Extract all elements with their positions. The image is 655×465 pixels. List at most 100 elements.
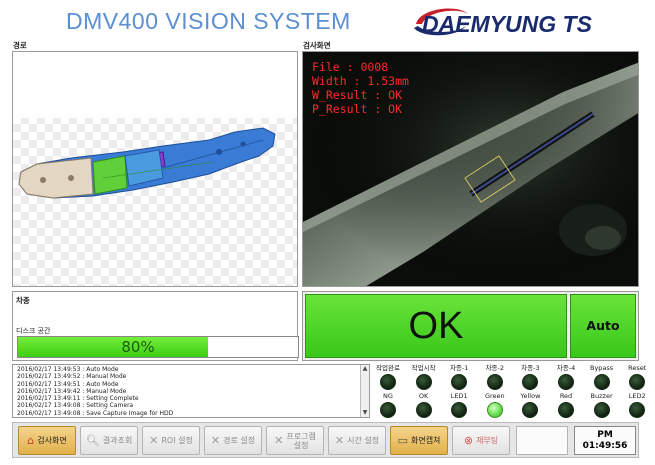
indicator-label: LED1 — [450, 392, 468, 400]
indicator-label: Bypass — [589, 364, 614, 372]
app-title: DMV400 VISION SYSTEM — [66, 8, 351, 34]
indicator: LED1 — [442, 392, 476, 418]
result-ok: OK — [305, 294, 567, 358]
indicator-label: OK — [418, 392, 429, 400]
indicator-label: Yellow — [520, 392, 541, 400]
overlay-w-result: W_Result : OK — [312, 88, 403, 102]
indicator-lamp-icon — [522, 402, 539, 418]
indicator: Reset — [620, 364, 654, 390]
log-line: 2016/02/17 13:49:42 : Manual Mode — [17, 387, 127, 395]
log-line: 2016/02/17 13:49:53 : Auto Mode — [17, 366, 119, 373]
inspection-label: 검사화면 — [303, 41, 331, 50]
log-line: 2016/02/17 13:49:08 : Save Capture Image… — [17, 409, 174, 417]
disk-progress-bar: 80% — [17, 336, 299, 358]
indicator: 작업완료 — [371, 364, 405, 390]
indicator-label: 작업시작 — [411, 364, 436, 372]
clock-ampm: PM — [597, 430, 613, 440]
result-panel: OK Auto — [302, 291, 639, 361]
indicator-label: Red — [559, 392, 573, 400]
indicator: Bypass — [585, 364, 619, 390]
indicator: 작업시작 — [407, 364, 441, 390]
indicator-lamp-icon — [558, 402, 574, 418]
tools-icon: ✕ — [274, 434, 284, 447]
tools-icon: ✕ — [334, 434, 345, 447]
reboot-button[interactable]: ⊗ 재부팅 — [452, 426, 510, 455]
indicator-lamp-icon — [380, 374, 396, 390]
indicator-lamp-icon — [380, 402, 396, 418]
log-line: 2016/02/17 13:49:51 : Auto Mode — [17, 380, 119, 388]
indicator-label: 차종-2 — [485, 364, 505, 372]
disk-label: 디스크 공간 — [16, 327, 51, 335]
roi-settings-button[interactable]: ✕ ROI 설정 — [142, 426, 200, 455]
indicator-lamp-icon — [451, 402, 468, 418]
indicator-lamp-icon — [451, 374, 468, 390]
indicator-lamp-icon — [522, 374, 539, 390]
home-icon: ⌂ — [27, 434, 35, 447]
indicator-lamp-icon — [486, 374, 503, 390]
blank-field — [516, 426, 568, 455]
route-panel — [12, 51, 298, 287]
part-drawing — [18, 127, 276, 199]
indicator-label: NG — [383, 392, 393, 400]
cancel-icon: ⊗ — [463, 434, 474, 447]
indicator-label: Buzzer — [590, 392, 613, 400]
scroll-down-icon[interactable]: ▼ — [361, 409, 369, 417]
indicator-lamp-icon — [593, 374, 610, 390]
results-button[interactable]: 🔍︎ 결과조회 — [80, 426, 138, 455]
event-log[interactable]: 2016/02/17 13:49:53 : Auto Mode 2016/02/1… — [12, 364, 370, 418]
log-line: 2016/02/17 13:49:08 : Setting Camera — [17, 402, 134, 410]
inspect-screen-button[interactable]: ⌂ 검사화면 — [18, 426, 76, 455]
monitor-icon: ▭ — [397, 434, 408, 447]
disk-percent: 80% — [121, 338, 155, 356]
screen-capture-button[interactable]: ▭ 화면캡쳐 — [390, 426, 448, 455]
vision-app: DMV400 VISION SYSTEM DAEMYUNG TS 경로 검사화면 — [0, 0, 655, 465]
logo-text: DAEMYUNG TS — [422, 11, 593, 37]
camera-view: File : 0008 Width : 1.53mm W_Result : OK… — [302, 51, 639, 287]
indicator-lamp-icon — [629, 402, 646, 418]
clock-display: PM 01:49:56 — [574, 426, 636, 455]
indicator: 차종-4 — [549, 364, 583, 390]
indicator: 차종-2 — [478, 364, 512, 390]
indicator-lamp-icon — [415, 402, 432, 418]
time-settings-button[interactable]: ✕ 시간 설정 — [328, 426, 386, 455]
indicator-label: LED2 — [628, 392, 646, 400]
indicator-lamp-icon — [629, 374, 646, 390]
indicator: Green — [478, 392, 512, 418]
log-line: 2016/02/17 13:49:52 : Manual Mode — [17, 373, 127, 381]
indicator: OK — [407, 392, 441, 418]
indicator-label: 작업완료 — [376, 364, 400, 372]
scroll-up-icon[interactable]: ▲ — [361, 365, 369, 373]
car-disk-panel: 차종 디스크 공간 80% — [12, 291, 299, 361]
search-icon: 🔍︎ — [85, 434, 100, 447]
indicator: 차종-3 — [513, 364, 547, 390]
indicator-lamp-icon — [558, 374, 574, 390]
indicator-lamp-icon — [486, 402, 503, 418]
indicator: Buzzer — [585, 392, 619, 418]
tools-icon: ✕ — [210, 434, 221, 447]
indicator-label: 차종-3 — [521, 364, 540, 372]
indicator: Red — [549, 392, 583, 418]
indicator-label: 차종-4 — [556, 364, 576, 372]
bottom-toolbar: ⌂ 검사화면 🔍︎ 결과조회 ✕ ROI 설정 ✕ 경로 설정 ✕ 프로그램 설… — [12, 422, 639, 458]
company-logo: DAEMYUNG TS — [414, 8, 593, 37]
tools-icon: ✕ — [149, 434, 159, 447]
route-settings-button[interactable]: ✕ 경로 설정 — [204, 426, 262, 455]
log-scrollbar[interactable]: ▲ ▼ — [360, 365, 369, 417]
log-line: 2016/02/17 13:49:11 : Setting Complete — [17, 395, 139, 403]
overlay-p-result: P_Result : OK — [312, 102, 403, 116]
indicator: NG — [371, 392, 405, 418]
indicator-label: Green — [484, 392, 505, 400]
route-label: 경로 — [13, 41, 27, 50]
clock-time: 01:49:56 — [582, 441, 628, 451]
indicator-lamp-icon — [415, 374, 432, 390]
indicator: LED2 — [620, 392, 654, 418]
car-label: 차종 — [16, 296, 30, 305]
program-settings-button[interactable]: ✕ 프로그램 설정 — [266, 426, 324, 455]
indicator-label: Reset — [628, 364, 647, 372]
indicator-label: 차종-1 — [449, 364, 469, 372]
mode-auto-button[interactable]: Auto — [570, 294, 636, 358]
overlay-width: Width : 1.53mm — [312, 74, 409, 88]
indicator-lamp-icon — [593, 402, 610, 418]
overlay-file: File : 0008 — [312, 60, 389, 74]
indicator: Yellow — [513, 392, 547, 418]
